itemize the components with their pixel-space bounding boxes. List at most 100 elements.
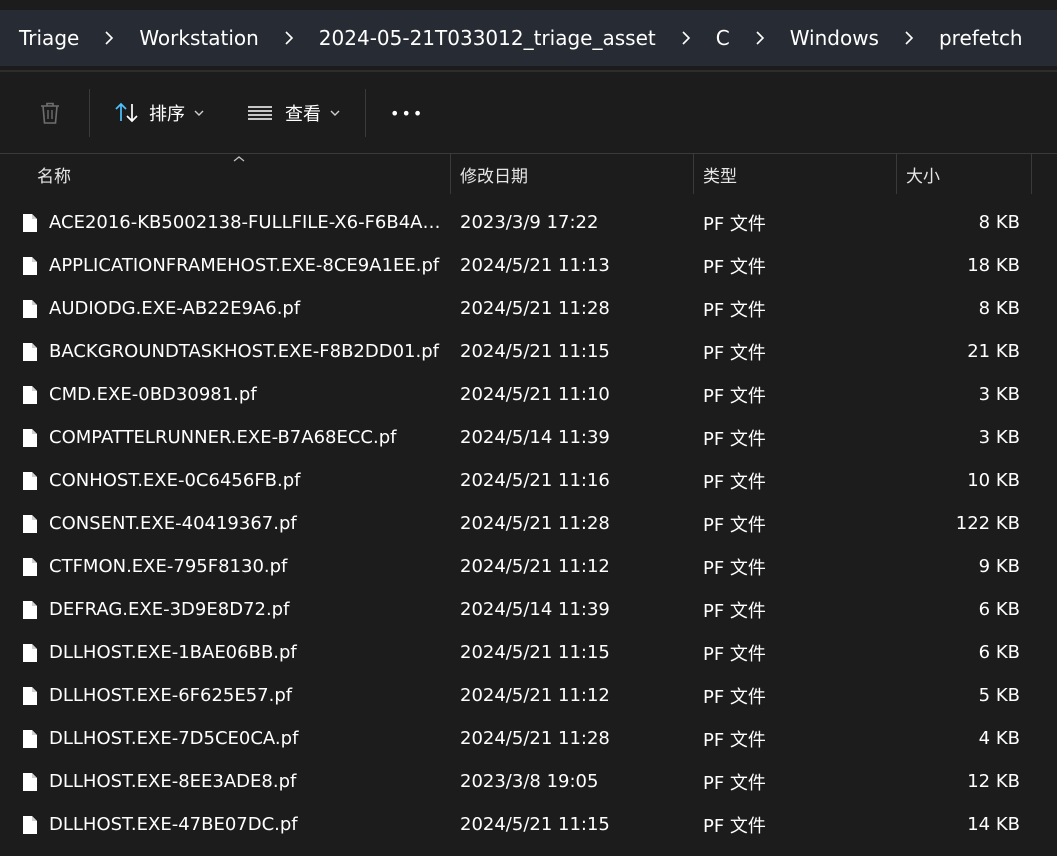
column-resize-handle[interactable] xyxy=(896,154,897,194)
file-name: DLLHOST.EXE-6F625E57.pf xyxy=(49,685,293,706)
file-type: PF 文件 xyxy=(703,557,766,579)
file-type: PF 文件 xyxy=(703,643,766,665)
file-row[interactable]: COMPATTELRUNNER.EXE-B7A68ECC.pf 2024/5/14… xyxy=(0,416,1057,459)
chevron-down-icon xyxy=(194,110,204,116)
file-name: BACKGROUNDTASKHOST.EXE-F8B2DD01.pf xyxy=(49,341,439,362)
file-icon xyxy=(22,502,40,545)
file-size: 14 KB xyxy=(967,814,1020,835)
file-modified-date: 2024/5/21 11:10 xyxy=(460,384,610,405)
sort-button[interactable]: 排序 xyxy=(113,92,205,134)
breadcrumb-item-prefetch[interactable]: prefetch xyxy=(917,26,1023,50)
view-label: 查看 xyxy=(285,104,321,125)
file-type: PF 文件 xyxy=(703,342,766,364)
file-row[interactable]: DLLHOST.EXE-1BAE06BB.pf 2024/5/21 11:15 PF… xyxy=(0,631,1057,674)
file-size: 6 KB xyxy=(978,642,1020,663)
list-view-icon xyxy=(248,106,272,120)
column-header-modified[interactable]: 修改日期 xyxy=(460,154,528,194)
more-options-button[interactable]: ••• xyxy=(390,92,424,134)
file-icon xyxy=(22,201,40,244)
column-header-size[interactable]: 大小 xyxy=(906,154,940,194)
file-type: PF 文件 xyxy=(703,729,766,751)
file-row[interactable]: CONHOST.EXE-0C6456FB.pf 2024/5/21 11:16 PF… xyxy=(0,459,1057,502)
chevron-right-icon[interactable] xyxy=(101,30,117,46)
file-name: DLLHOST.EXE-8EE3ADE8.pf xyxy=(49,771,297,792)
file-size: 8 KB xyxy=(978,212,1020,233)
file-size: 6 KB xyxy=(978,599,1020,620)
file-modified-date: 2024/5/21 11:28 xyxy=(460,513,610,534)
column-resize-handle[interactable] xyxy=(450,154,451,194)
file-type: PF 文件 xyxy=(703,600,766,622)
file-name: APPLICATIONFRAMEHOST.EXE-8CE9A1EE.pf xyxy=(49,255,440,276)
file-type: PF 文件 xyxy=(703,815,766,837)
file-icon xyxy=(22,631,40,674)
file-icon xyxy=(22,717,40,760)
file-type: PF 文件 xyxy=(703,428,766,450)
file-row[interactable]: DLLHOST.EXE-6F625E57.pf 2024/5/21 11:12 PF… xyxy=(0,674,1057,717)
file-row[interactable]: DLLHOST.EXE-8EE3ADE8.pf 2023/3/8 19:05 PF … xyxy=(0,760,1057,803)
file-name: CMD.EXE-0BD30981.pf xyxy=(49,384,257,405)
breadcrumb: Triage Workstation 2024-05-21T033012_tri… xyxy=(0,10,1057,66)
file-icon xyxy=(22,459,40,502)
file-icon xyxy=(22,416,40,459)
column-header-type[interactable]: 类型 xyxy=(703,154,737,194)
file-modified-date: 2024/5/21 11:12 xyxy=(460,685,610,706)
file-modified-date: 2023/3/9 17:22 xyxy=(460,212,599,233)
view-button[interactable]: 查看 xyxy=(247,92,341,134)
file-name: DEFRAG.EXE-3D9E8D72.pf xyxy=(49,599,290,620)
file-name: CONSENT.EXE-40419367.pf xyxy=(49,513,297,534)
file-modified-date: 2024/5/21 11:15 xyxy=(460,814,610,835)
breadcrumb-item-triage-asset[interactable]: 2024-05-21T033012_triage_asset xyxy=(297,26,656,50)
file-row[interactable]: CTFMON.EXE-795F8130.pf 2024/5/21 11:12 PF … xyxy=(0,545,1057,588)
delete-button[interactable] xyxy=(36,92,64,134)
file-row[interactable]: DLLHOST.EXE-47BE07DC.pf 2024/5/21 11:15 PF… xyxy=(0,803,1057,846)
chevron-right-icon[interactable] xyxy=(901,30,917,46)
file-modified-date: 2024/5/21 11:13 xyxy=(460,255,610,276)
file-icon xyxy=(22,588,40,631)
file-icon xyxy=(22,674,40,717)
sort-ascending-icon xyxy=(233,156,245,162)
file-name: DLLHOST.EXE-47BE07DC.pf xyxy=(49,814,298,835)
file-size: 122 KB xyxy=(955,513,1020,534)
chevron-down-icon xyxy=(330,110,340,116)
file-type: PF 文件 xyxy=(703,686,766,708)
file-type: PF 文件 xyxy=(703,385,766,407)
file-icon xyxy=(22,330,40,373)
file-row[interactable]: BACKGROUNDTASKHOST.EXE-F8B2DD01.pf 2024/5… xyxy=(0,330,1057,373)
column-resize-handle[interactable] xyxy=(1031,154,1032,194)
file-name: DLLHOST.EXE-7D5CE0CA.pf xyxy=(49,728,299,749)
file-row[interactable]: DEFRAG.EXE-3D9E8D72.pf 2024/5/14 11:39 PF … xyxy=(0,588,1057,631)
file-name: DLLHOST.EXE-1BAE06BB.pf xyxy=(49,642,297,663)
file-modified-date: 2024/5/21 11:15 xyxy=(460,642,610,663)
column-header: 名称 修改日期 类型 大小 xyxy=(0,154,1057,198)
file-row[interactable]: AUDIODG.EXE-AB22E9A6.pf 2024/5/21 11:28 PF… xyxy=(0,287,1057,330)
file-row[interactable]: ACE2016-KB5002138-FULLFILE-X6-F6B4AB2C.p… xyxy=(0,201,1057,244)
file-size: 3 KB xyxy=(978,384,1020,405)
breadcrumb-item-c[interactable]: C xyxy=(694,26,730,50)
file-size: 3 KB xyxy=(978,427,1020,448)
chevron-right-icon[interactable] xyxy=(752,30,768,46)
file-row[interactable]: CONSENT.EXE-40419367.pf 2024/5/21 11:28 PF… xyxy=(0,502,1057,545)
file-row[interactable]: DLLHOST.EXE-7D5CE0CA.pf 2024/5/21 11:28 PF… xyxy=(0,717,1057,760)
file-size: 4 KB xyxy=(978,728,1020,749)
file-modified-date: 2024/5/21 11:15 xyxy=(460,341,610,362)
file-size: 9 KB xyxy=(978,556,1020,577)
sort-icon xyxy=(115,102,138,123)
column-header-name[interactable]: 名称 xyxy=(37,154,71,194)
chevron-right-icon[interactable] xyxy=(281,30,297,46)
file-name: CONHOST.EXE-0C6456FB.pf xyxy=(49,470,301,491)
file-modified-date: 2024/5/21 11:16 xyxy=(460,470,610,491)
breadcrumb-item-triage[interactable]: Triage xyxy=(0,26,79,50)
file-row[interactable]: APPLICATIONFRAMEHOST.EXE-8CE9A1EE.pf 2024… xyxy=(0,244,1057,287)
file-size: 8 KB xyxy=(978,298,1020,319)
file-modified-date: 2023/3/8 19:05 xyxy=(460,771,599,792)
column-resize-handle[interactable] xyxy=(693,154,694,194)
breadcrumb-item-workstation[interactable]: Workstation xyxy=(117,26,258,50)
file-icon xyxy=(22,545,40,588)
file-modified-date: 2024/5/21 11:28 xyxy=(460,298,610,319)
chevron-right-icon[interactable] xyxy=(678,30,694,46)
trash-icon xyxy=(41,102,59,124)
file-type: PF 文件 xyxy=(703,471,766,493)
breadcrumb-item-windows[interactable]: Windows xyxy=(768,26,879,50)
file-row[interactable]: CMD.EXE-0BD30981.pf 2024/5/21 11:10 PF 文件 3… xyxy=(0,373,1057,416)
file-icon xyxy=(22,244,40,287)
